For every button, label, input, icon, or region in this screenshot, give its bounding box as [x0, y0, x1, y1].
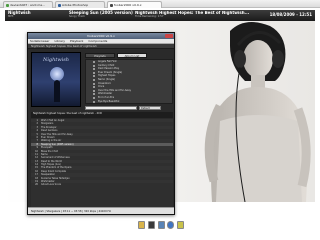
playlist-row[interactable]: 20 Ghost Love Score [31, 183, 173, 186]
filter-row: Default [85, 105, 173, 110]
current-path: Nightwish highest hopes: the best of nig… [28, 44, 174, 49]
moon-shape [50, 67, 64, 81]
deviantart-icon [6, 3, 9, 7]
filter-input[interactable] [85, 105, 137, 110]
dock [138, 218, 184, 229]
menu-sodebrowser[interactable]: Sodebrowser [30, 39, 50, 43]
time-remaining: Time Remaining: 1:57 [135, 15, 164, 18]
track-info: Sleeping Sun (2005 version) Song / Track [69, 11, 133, 19]
track-sub: Song / Track [69, 15, 85, 18]
window-title: foobar2000 v0.9.x [87, 34, 115, 38]
close-button[interactable] [165, 34, 173, 38]
file-format: MP3 [8, 15, 14, 18]
status-bar: Nightwish | Stargazers | 03:11 ~ 03:58 |… [28, 207, 174, 214]
window-icon[interactable] [157, 221, 165, 229]
browser-tab-foobar[interactable]: foobar2000 v0.9.x [107, 1, 162, 8]
foobar-window: foobar2000 v0.9.x Sodebrowser Library Pl… [27, 32, 175, 215]
view-select[interactable]: Default [139, 105, 161, 110]
browser-tab-photoshop[interactable]: Adobe Photoshop [55, 1, 105, 8]
track-number: 20 [35, 183, 38, 187]
menu-library[interactable]: Library [55, 39, 66, 43]
tree-item[interactable]: Bye Bye Beautiful [86, 100, 172, 103]
now-playing-bar: Nightwish MP3 Sleeping Sun (2005 version… [5, 10, 315, 21]
foobar-icon [110, 3, 113, 7]
playlist-header: Nightwish highest hopes: the best of nig… [31, 112, 173, 118]
browser-tab-label: Adobe Photoshop [62, 3, 89, 7]
album-tree: Angels Fall First Century Child Dark Pas… [85, 59, 173, 104]
music-note-icon[interactable] [138, 221, 145, 229]
player-info: Nightwish MP3 [8, 11, 68, 19]
photoshop-icon [58, 3, 61, 7]
album-info: Nightwish Highest Hopes: The Best of Nig… [135, 11, 260, 19]
globe-icon[interactable] [167, 221, 175, 229]
film-strip-icon[interactable] [147, 221, 155, 229]
browser-tab-label: deviantART : andi ma... [10, 3, 45, 7]
wallpaper-woman-headphones [204, 22, 311, 202]
screen: deviantART : andi ma... Adobe Photoshop … [0, 0, 320, 240]
band-logo: Nightwish [42, 57, 70, 63]
album-cover: Nightwish [31, 52, 81, 107]
menu-playback[interactable]: Playback [70, 39, 83, 43]
note-icon[interactable] [177, 221, 184, 229]
tab-playlists[interactable]: Playlists [85, 53, 115, 58]
figure-silhouette [54, 80, 60, 102]
track-title: Ghost Love Score [41, 183, 62, 187]
browser-tab-deviantart[interactable]: deviantART : andi ma... [3, 1, 53, 8]
window-titlebar[interactable]: foobar2000 v0.9.x [28, 33, 174, 39]
playlist: 1 Wish I Had An Angel 2 Stargazers 3 The Ki… [31, 119, 173, 207]
menu-components[interactable]: Components [88, 39, 107, 43]
browser-tab-bar: deviantART : andi ma... Adobe Photoshop … [0, 0, 320, 8]
browser-tabs: Playlists Album List [85, 53, 173, 58]
tab-album-list[interactable]: Album List [117, 53, 147, 58]
clock: 18/08/2009 - 12:51 [269, 12, 312, 17]
browser-tab-label: foobar2000 v0.9.x [114, 3, 142, 7]
